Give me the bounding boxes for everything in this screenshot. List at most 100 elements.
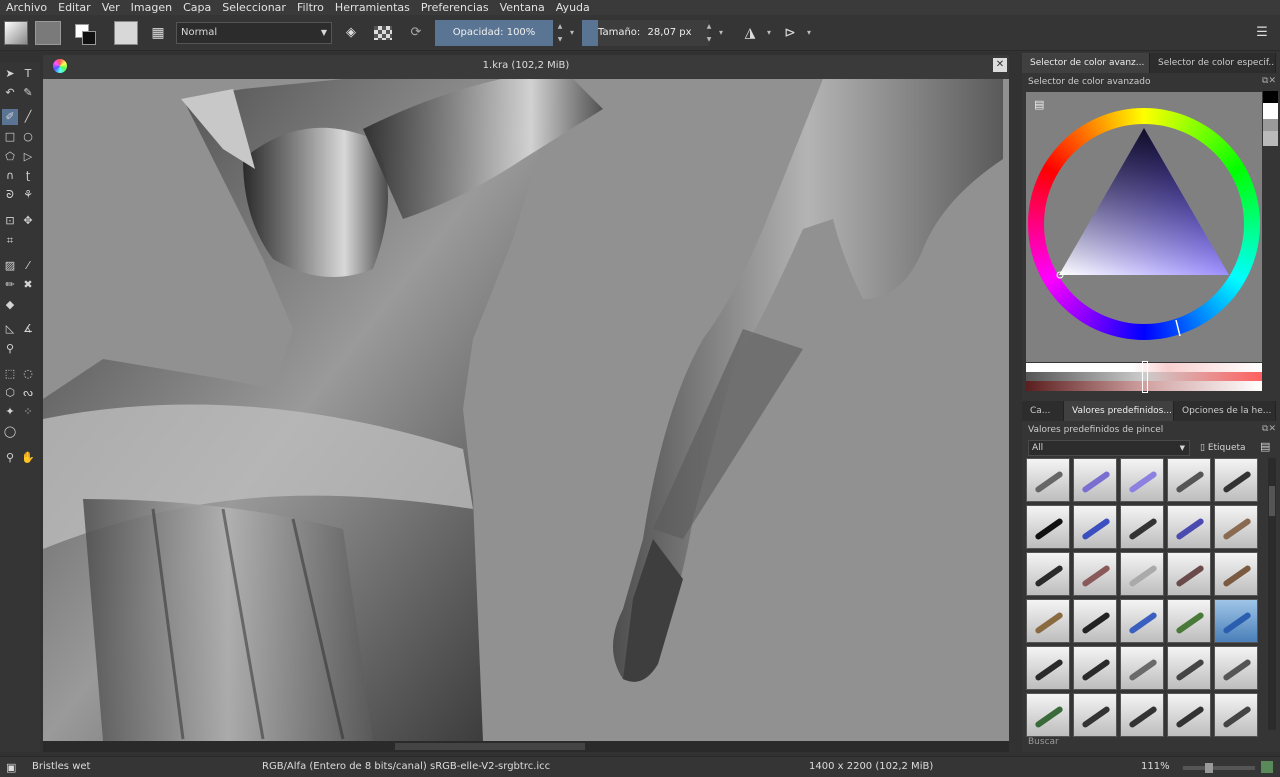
polygon-select-icon[interactable]: ⬡ [2,385,18,401]
brush-preset-thumbnail[interactable] [1167,552,1211,596]
tab-ca[interactable]: Ca... [1022,401,1064,421]
color-wheel-area[interactable]: ▤ [1026,92,1262,362]
multibrush-icon[interactable]: ⚘ [20,187,36,203]
mirror-v-dropdown-icon[interactable]: ▾ [804,20,814,46]
brush-preset-thumbnail[interactable] [1073,458,1117,502]
tab-specific-color-selector[interactable]: Selector de color especif... [1150,53,1276,73]
fg-bg-color-selector[interactable] [72,21,100,45]
preset-filter-select[interactable]: All ▼ [1028,440,1190,456]
menu-archivo[interactable]: Archivo [0,0,52,15]
gradient-tool-icon[interactable]: ▨ [2,258,18,274]
fill-tool-icon[interactable]: ◆ [2,297,18,313]
brush-preset-thumbnail[interactable] [1026,646,1070,690]
crop-tool-icon[interactable]: ⌗ [2,233,18,249]
brush-preset-thumbnail[interactable] [1214,693,1258,737]
menu-seleccionar[interactable]: Seleccionar [216,0,291,15]
rectangle-tool-icon[interactable]: □ [2,129,18,145]
menu-capa[interactable]: Capa [177,0,216,15]
zoom-slider[interactable] [1183,763,1255,773]
brush-preset-thumbnail[interactable] [1026,505,1070,549]
tab-advanced-color-selector[interactable]: Selector de color avanz... [1022,53,1150,73]
brush-preset-thumbnail[interactable] [1026,693,1070,737]
pan-tool-icon[interactable]: ✋ [20,450,36,466]
brush-preset-thumbnail[interactable] [1214,646,1258,690]
color-settings-icon[interactable]: ▤ [1034,98,1044,111]
freehand-brush-icon[interactable]: ✐ [2,109,18,125]
menu-ventana[interactable]: Ventana [494,0,550,15]
freehand-path-icon[interactable]: ʈ [20,168,36,184]
measure-tool-icon[interactable]: ∡ [20,321,36,337]
brush-preset-thumbnail[interactable] [1214,552,1258,596]
brush-preset-button[interactable] [114,21,138,45]
rect-select-icon[interactable]: ⬚ [2,366,18,382]
reload-preset-icon[interactable]: ⟳ [407,21,425,45]
brush-preset-thumbnail[interactable] [1026,458,1070,502]
recent-colors-strip[interactable] [1263,91,1278,146]
polyline-tool-icon[interactable]: ▷ [20,149,36,165]
mirror-vertical-icon[interactable]: ⊳ [778,21,802,45]
menu-imagen[interactable]: Imagen [125,0,177,15]
brush-preset-thumbnail[interactable] [1026,599,1070,643]
gradient-selector-button[interactable] [4,21,28,45]
menu-herramientas[interactable]: Herramientas [329,0,415,15]
ellipse-tool-icon[interactable]: ○ [20,129,36,145]
freehand-select-icon[interactable]: ᔓ [20,385,36,401]
brush-preset-thumbnail[interactable] [1073,552,1117,596]
colorize-mask-icon[interactable]: ✏ [2,277,18,293]
color-picker-icon[interactable]: ⁄ [20,258,36,274]
close-icon[interactable]: ✕ [993,58,1007,72]
brush-preset-thumbnail[interactable] [1073,599,1117,643]
menu-filtro[interactable]: Filtro [291,0,329,15]
zoom-level[interactable]: 111% [1141,761,1170,772]
preset-view-menu-icon[interactable]: ▤ [1260,440,1270,453]
brush-preset-thumbnail[interactable] [1214,458,1258,502]
painting-canvas[interactable] [43,79,1009,741]
polygon-tool-icon[interactable]: ⬠ [2,149,18,165]
background-color-swatch[interactable] [82,31,96,45]
brush-preset-thumbnail[interactable] [1167,646,1211,690]
brush-preset-thumbnail[interactable] [1214,599,1258,643]
move-tool-icon[interactable]: ✥ [20,213,36,229]
brush-preset-thumbnail[interactable] [1167,693,1211,737]
tab-tool-options[interactable]: Opciones de la he... [1174,401,1276,421]
assistant-tool-icon[interactable]: ◺ [2,321,18,337]
menu-preferencias[interactable]: Preferencias [415,0,494,15]
calligraphy-icon[interactable]: ✎ [20,85,36,101]
select-shapes-icon[interactable]: ➤ [2,66,18,82]
brush-preset-thumbnail[interactable] [1120,599,1164,643]
brush-preset-thumbnail[interactable] [1167,505,1211,549]
text-tool-icon[interactable]: T [20,66,36,82]
opacity-dropdown-icon[interactable]: ▾ [567,20,577,46]
preset-panel-float-close-icon[interactable]: ⧉✕ [1262,424,1276,434]
brush-preset-thumbnail[interactable] [1026,552,1070,596]
panel-float-close-icon[interactable]: ⧉✕ [1262,76,1276,86]
mirror-h-dropdown-icon[interactable]: ▾ [764,20,774,46]
horizontal-scrollbar[interactable] [43,741,1009,752]
transform-tool-icon[interactable]: ⊡ [2,213,18,229]
bezier-tool-icon[interactable]: ∩ [2,168,18,184]
tag-button[interactable]: ▯ Etiqueta [1200,440,1256,456]
menu-ayuda[interactable]: Ayuda [550,0,595,15]
brush-preset-thumbnail[interactable] [1167,458,1211,502]
preset-search-label[interactable]: Buscar [1028,737,1059,747]
tab-brush-presets[interactable]: Valores predefinidos... [1064,401,1174,421]
mirror-horizontal-icon[interactable]: ◮ [738,21,762,45]
menu-ver[interactable]: Ver [96,0,125,15]
opacity-spin-icon[interactable]: ▲ ▼ [555,20,565,46]
preserve-alpha-icon[interactable] [374,26,392,40]
brush-preset-thumbnail[interactable] [1073,646,1117,690]
canvas-only-toggle-icon[interactable] [1261,761,1273,773]
scrollbar-thumb[interactable] [395,743,585,750]
reference-tool-icon[interactable]: ⚲ [2,341,18,357]
size-slider[interactable]: Tamaño: 28,07 px [582,20,709,46]
brush-preset-thumbnail[interactable] [1120,646,1164,690]
brush-preset-thumbnail[interactable] [1214,505,1258,549]
toolbar-menu-icon[interactable]: ☰ [1252,21,1272,45]
dynamic-brush-icon[interactable]: ᘐ [2,187,18,203]
edit-shapes-icon[interactable]: ↶ [2,85,18,101]
bezier-select-icon[interactable]: ◯ [2,424,18,440]
menu-editar[interactable]: Editar [52,0,96,15]
presets-scrollbar[interactable] [1268,458,1276,730]
line-tool-icon[interactable]: ╱ [20,109,36,125]
similar-select-icon[interactable]: ⁘ [20,404,36,420]
